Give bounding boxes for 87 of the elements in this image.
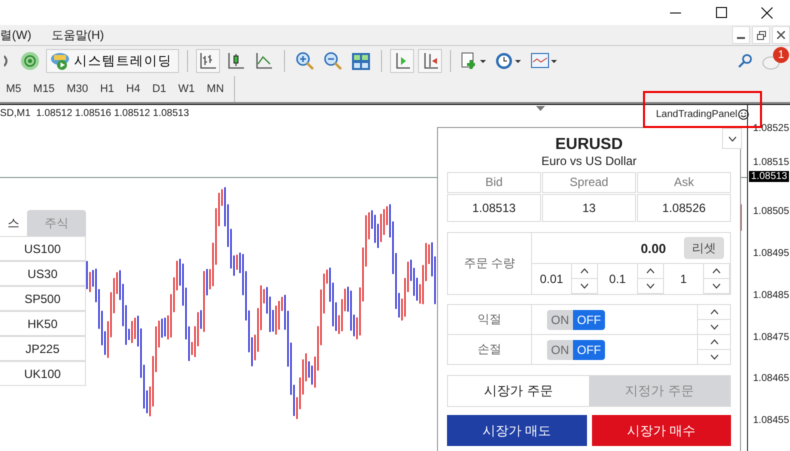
field-label: 익절 [448, 305, 532, 334]
search-icon[interactable] [738, 54, 752, 68]
smiley-icon [738, 109, 750, 120]
bar-chart-icon [200, 53, 216, 69]
timeframe-button[interactable]: M15 [27, 76, 61, 102]
on-off-toggle[interactable]: ON OFF [547, 340, 605, 360]
column-header: Ask [637, 172, 731, 193]
symbol-item[interactable]: HK50 [0, 311, 86, 336]
chevron-down-icon [710, 354, 718, 360]
price-label: 1.08465 [753, 373, 790, 384]
chevron-up-icon [710, 309, 718, 315]
price-label: 1.08455 [753, 414, 790, 426]
price-label: 1.08495 [753, 248, 790, 260]
chevron-up-icon [646, 268, 655, 274]
bar-chart-button[interactable] [196, 49, 220, 73]
quote-value: 1.08513 [447, 194, 541, 222]
collapse-button[interactable] [722, 128, 742, 149]
auto-scroll-button[interactable] [418, 49, 442, 73]
close-icon [777, 31, 785, 39]
menu-item[interactable]: 도움말(H) [51, 26, 116, 44]
candlestick-icon [228, 53, 244, 69]
close-button[interactable] [772, 26, 790, 44]
chevron-up-icon [712, 268, 721, 274]
chevron-down-icon [710, 324, 718, 330]
toolbar-button[interactable] [18, 49, 42, 73]
restore-button[interactable] [752, 26, 770, 44]
symbol-item[interactable]: US100 [0, 236, 86, 261]
notification-badge: 1 [773, 47, 789, 63]
chevron-down-icon [728, 136, 736, 142]
restore-icon [756, 30, 766, 40]
symbol-item[interactable]: US30 [0, 261, 86, 286]
timeframe-button[interactable]: M5 [0, 76, 28, 102]
current-price-label: 1.08513 [749, 171, 790, 182]
symbol-item[interactable]: JP225 [0, 336, 86, 361]
field-label: 주문 수량 [448, 233, 532, 294]
grid-icon [352, 52, 370, 70]
auto-scroll-icon [422, 53, 438, 69]
clock-icon [495, 52, 523, 70]
chevron-down-icon [712, 283, 721, 289]
timeframe-button[interactable]: H1 [94, 76, 120, 102]
symbol-item[interactable]: SP500 [0, 286, 86, 311]
symbol-item[interactable]: UK100 [0, 361, 86, 386]
quote-value: 13 [542, 194, 636, 222]
signal-icon [20, 51, 40, 71]
sell-button[interactable]: 시장가 매도 [447, 415, 586, 446]
symbol-title: EURUSD [555, 136, 623, 154]
reset-button[interactable]: 리셋 [684, 237, 724, 259]
indicator-label: LandTradingPanel [656, 109, 738, 120]
chat-icon[interactable] [762, 56, 780, 72]
robot-icon [50, 52, 70, 70]
minimize-button[interactable] [732, 26, 750, 44]
price-label: 1.08485 [753, 290, 790, 301]
column-header: Spread [542, 172, 636, 193]
timeframe-button[interactable]: D1 [146, 76, 172, 102]
zoom-out-icon [324, 52, 342, 70]
price-label: 1.08525 [753, 123, 790, 134]
buy-button[interactable]: 시장가 매수 [592, 415, 731, 446]
field-label: 손절 [448, 335, 532, 364]
close-icon [761, 6, 773, 18]
line-chart-icon [256, 53, 272, 69]
curve-icon [4, 54, 10, 68]
maximize-icon [716, 7, 726, 18]
quantity-value: 0.00 [640, 240, 666, 256]
price-label: 1.08475 [753, 332, 790, 342]
chart-window-icon [531, 53, 559, 69]
chevron-down-icon [580, 283, 589, 289]
timeframe-button[interactable]: H4 [120, 76, 146, 102]
chart-header: SD,M1 1.08512 1.08516 1.08512 1.08513 [0, 108, 190, 119]
column-header: Bid [447, 172, 541, 193]
symbol-description: Euro vs US Dollar [541, 154, 637, 168]
minimize-icon [670, 12, 680, 14]
chart-shift-icon [394, 53, 410, 69]
timeframe-button[interactable]: W1 [172, 76, 201, 102]
timeframe-button[interactable]: MN [200, 76, 230, 102]
price-label: 1.08515 [753, 156, 790, 168]
system-trading-button[interactable]: 시스템트레이딩 [46, 49, 179, 73]
price-label: 1.08505 [753, 206, 790, 218]
document-plus-icon [461, 52, 487, 70]
chevron-down-icon [646, 283, 655, 289]
on-off-toggle[interactable]: ON OFF [547, 310, 605, 330]
quote-value: 1.08526 [637, 194, 731, 222]
timeframe-button[interactable]: M30 [60, 76, 94, 102]
menu-item[interactable]: 렬(W) [0, 26, 44, 44]
chevron-up-icon [580, 268, 589, 274]
chevron-up-icon [710, 339, 718, 345]
chart-shift-button[interactable] [390, 49, 414, 73]
zoom-in-icon [296, 52, 314, 70]
